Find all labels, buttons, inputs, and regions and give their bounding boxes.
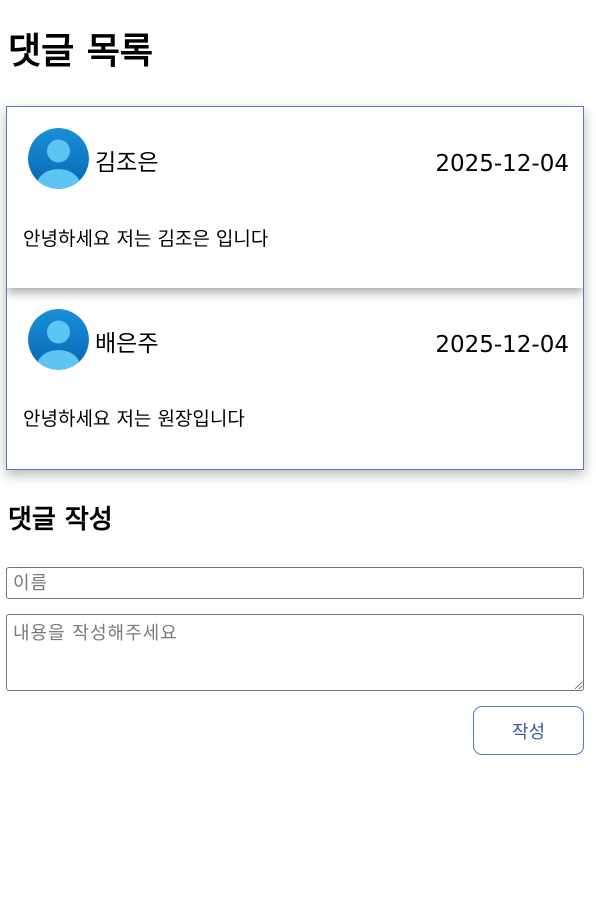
avatar-graphic	[28, 128, 89, 189]
comment-card: 배은주 2025-12-04 안녕하세요 저는 원장입니다	[7, 288, 583, 469]
comment-form-title: 댓글 작성	[8, 505, 113, 535]
content-textarea[interactable]	[6, 614, 584, 691]
comment-content: 안녕하세요 저는 원장입니다	[23, 408, 245, 430]
name-input[interactable]	[6, 567, 584, 599]
comment-card: 김조은 2025-12-04 안녕하세요 저는 김조은 입니다	[7, 107, 583, 288]
comment-date: 2025-12-04	[435, 151, 569, 177]
comment-content: 안녕하세요 저는 김조은 입니다	[23, 228, 269, 250]
user-avatar-icon	[28, 309, 89, 370]
comment-author: 김조은	[95, 150, 159, 176]
comment-date: 2025-12-04	[435, 332, 569, 358]
comment-list-title: 댓글 목록	[8, 31, 154, 72]
avatar-graphic	[28, 309, 89, 370]
submit-button[interactable]: 작성	[473, 706, 584, 755]
comment-page: 댓글 목록 김조은 2025-12-04 안녕하세요 저는 김조은 입니다 배은…	[0, 0, 596, 910]
comment-author: 배은주	[95, 331, 159, 357]
user-avatar-icon	[28, 128, 89, 189]
comment-list: 김조은 2025-12-04 안녕하세요 저는 김조은 입니다 배은주 2025…	[6, 106, 584, 470]
